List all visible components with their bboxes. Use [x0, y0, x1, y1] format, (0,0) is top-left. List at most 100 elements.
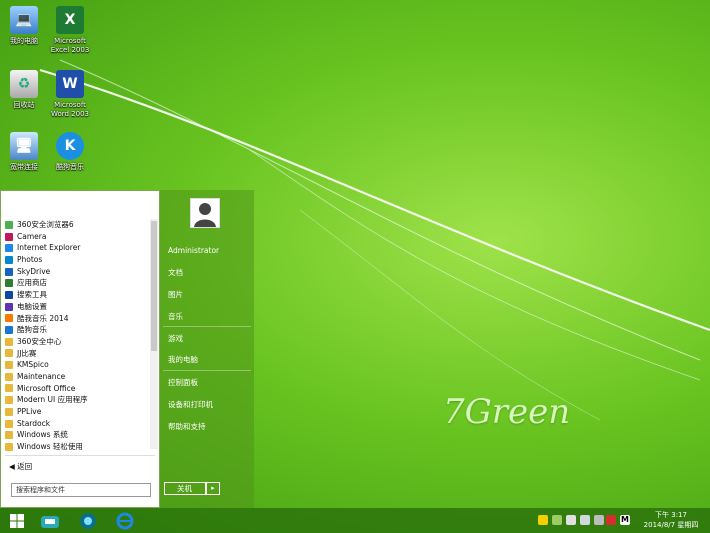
computer-icon: 💻 — [10, 6, 38, 34]
search-input[interactable]: 搜索程序和文件 — [11, 483, 151, 497]
program-item[interactable]: Windows 系统 — [5, 429, 149, 441]
kugou-icon — [5, 326, 13, 335]
store-icon — [41, 515, 59, 528]
search-tool-icon — [5, 290, 13, 299]
user-icon — [194, 203, 216, 227]
desktop-icon-recycle-bin[interactable]: ♻ 回收站 — [0, 70, 48, 110]
shutdown-options-button[interactable]: ▸ — [206, 482, 220, 495]
programs-scrollbar[interactable] — [150, 219, 158, 449]
program-item[interactable]: Microsoft Office — [5, 383, 149, 395]
program-item[interactable]: Photos — [5, 254, 149, 266]
word-icon: W — [56, 70, 84, 98]
desktop-icon-excel[interactable]: X Microsoft Excel 2003 — [46, 6, 94, 55]
folder-icon — [5, 384, 13, 393]
tray-network-icon[interactable] — [594, 515, 604, 525]
taskbar-media-button[interactable] — [74, 508, 102, 533]
taskbar-clock[interactable]: 下午 3:17 2014/8/7 星期四 — [637, 510, 705, 530]
start-menu-programs-pane: 360安全浏览器6 Camera Internet Explorer Photos Sk… — [0, 190, 160, 508]
menu-item-music[interactable]: 音乐 — [168, 311, 183, 322]
start-icon — [10, 513, 24, 528]
taskbar-ie-button[interactable] — [110, 508, 140, 533]
program-item[interactable]: JJ比赛 — [5, 348, 149, 360]
user-name[interactable]: Administrator — [168, 246, 219, 255]
recycle-bin-icon: ♻ — [10, 70, 38, 98]
desktop-icon-my-computer[interactable]: 💻 我的电脑 — [0, 6, 48, 46]
store-icon — [5, 279, 13, 288]
program-label: 360安全浏览器6 — [17, 220, 74, 229]
desktop-icon-word[interactable]: W Microsoft Word 2003 — [46, 70, 94, 119]
menu-item-documents[interactable]: 文档 — [168, 267, 183, 278]
tray-ime-icon[interactable]: M — [620, 515, 630, 525]
program-label: SkyDrive — [17, 266, 51, 276]
start-button[interactable] — [0, 508, 34, 533]
program-label: Windows 轻松使用 — [17, 442, 83, 452]
program-item[interactable]: PPLive — [5, 406, 149, 418]
folder-icon — [5, 349, 13, 358]
program-item[interactable]: 360安全中心 — [5, 336, 149, 348]
tray-shield-icon[interactable] — [566, 515, 576, 525]
tray-app-icon[interactable] — [552, 515, 562, 525]
folder-icon — [5, 372, 13, 381]
clock-date: 2014/8/7 星期四 — [643, 521, 699, 529]
program-item[interactable]: Stardock — [5, 418, 149, 430]
desktop-icon-broadband[interactable]: 🖥 宽带连接 — [0, 132, 48, 172]
folder-icon — [5, 361, 13, 370]
program-item[interactable]: 搜索工具 — [5, 289, 149, 301]
program-label: 搜索工具 — [17, 290, 47, 300]
kuwo-icon — [5, 314, 13, 323]
desktop-icon-kugou[interactable]: K 酷狗音乐 — [46, 132, 94, 172]
program-item[interactable]: SkyDrive — [5, 266, 149, 278]
program-label: Microsoft Office — [17, 383, 76, 393]
menu-item-devices-printers[interactable]: 设备和打印机 — [168, 399, 213, 410]
program-label: Internet Explorer — [17, 243, 81, 253]
folder-icon — [5, 337, 13, 346]
program-label: Stardock — [17, 418, 51, 428]
program-item[interactable]: 酷我音乐 2014 — [5, 313, 149, 325]
menu-item-control-panel[interactable]: 控制面板 — [168, 377, 198, 388]
back-button[interactable]: ◀ 返回 — [9, 461, 32, 472]
program-item[interactable]: Windows 轻松使用 — [5, 441, 149, 453]
folder-icon — [5, 396, 13, 405]
desktop-icon-label: 回收站 — [13, 101, 35, 109]
user-avatar[interactable] — [190, 198, 220, 228]
shutdown-button[interactable]: 关机 — [164, 482, 206, 495]
photos-icon — [5, 255, 13, 264]
divider — [5, 455, 155, 456]
search-placeholder: 搜索程序和文件 — [16, 486, 65, 494]
program-label: 应用商店 — [17, 278, 47, 288]
program-item[interactable]: Modern UI 应用程序 — [5, 394, 149, 406]
desktop-icon-label: 宽带连接 — [10, 163, 38, 171]
program-item[interactable]: 360安全浏览器6 — [5, 219, 149, 231]
menu-item-my-computer[interactable]: 我的电脑 — [168, 354, 198, 365]
tray-security-icon[interactable] — [538, 515, 548, 525]
program-item[interactable]: 应用商店 — [5, 277, 149, 289]
taskbar: M — [0, 508, 710, 533]
media-icon — [80, 512, 96, 529]
program-label: Modern UI 应用程序 — [17, 395, 88, 405]
menu-item-pictures[interactable]: 图片 — [168, 289, 183, 300]
program-item[interactable]: KMSpico — [5, 359, 149, 371]
program-item[interactable]: 电脑设置 — [5, 301, 149, 313]
tray-flag-icon[interactable] — [580, 515, 590, 525]
taskbar-store-button[interactable] — [36, 508, 64, 533]
program-label: 360安全中心 — [17, 336, 62, 346]
program-label: 酷狗音乐 — [17, 325, 47, 335]
program-item[interactable]: Camera — [5, 231, 149, 243]
divider — [163, 370, 251, 371]
start-menu: 360安全浏览器6 Camera Internet Explorer Photos Sk… — [0, 190, 254, 508]
scrollbar-thumb[interactable] — [151, 221, 157, 351]
program-label: Windows 系统 — [17, 430, 68, 440]
menu-item-help-support[interactable]: 帮助和支持 — [168, 421, 206, 432]
program-label: Maintenance — [17, 371, 66, 381]
program-label: Photos — [17, 255, 43, 265]
desktop-icon-label: Microsoft Word 2003 — [50, 101, 90, 118]
menu-item-games[interactable]: 游戏 — [168, 333, 183, 344]
program-label: JJ比赛 — [17, 348, 37, 358]
program-item[interactable]: Internet Explorer — [5, 242, 149, 254]
settings-icon — [5, 302, 13, 311]
tray-volume-icon[interactable] — [606, 515, 616, 525]
camera-icon — [5, 232, 13, 241]
programs-list: 360安全浏览器6 Camera Internet Explorer Photos Sk… — [5, 219, 149, 453]
program-item[interactable]: Maintenance — [5, 371, 149, 383]
program-item[interactable]: 酷狗音乐 — [5, 324, 149, 336]
